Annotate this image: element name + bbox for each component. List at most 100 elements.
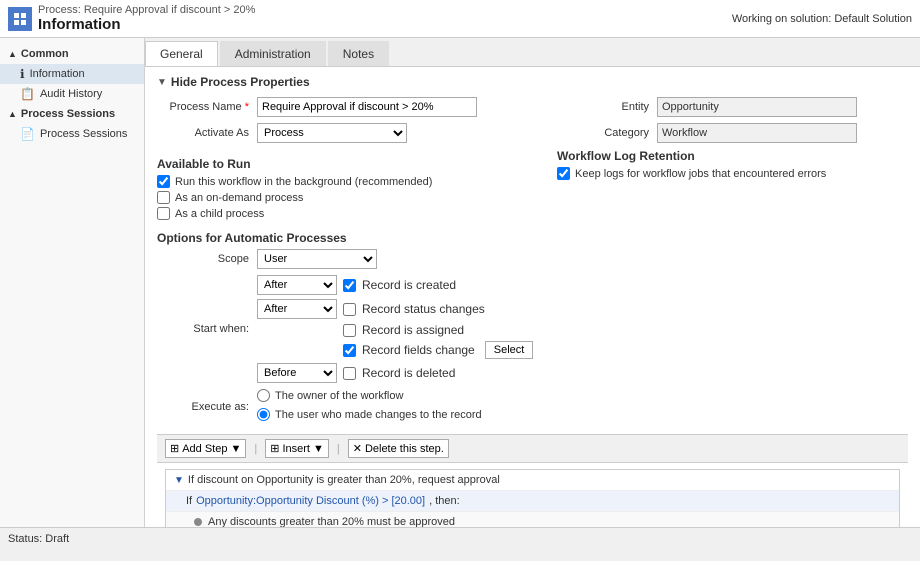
delete-step-label: Delete this step. [365, 443, 444, 455]
execute-user-label: The user who made changes to the record [275, 409, 482, 421]
select-button[interactable]: Select [485, 341, 534, 359]
record-created-label: Record is created [362, 278, 456, 292]
tab-notes[interactable]: Notes [328, 41, 389, 66]
tab-general[interactable]: General [145, 41, 218, 66]
content-area: General Administration Notes ▼ Hide Proc… [145, 38, 920, 527]
start-when-row2: After Record status changes [257, 299, 533, 319]
add-step-button[interactable]: ⊞ Add Step ▼ [165, 439, 246, 458]
audit-icon: 📋 [20, 87, 35, 101]
info-icon: ℹ [20, 67, 25, 81]
header-working-on: Working on solution: Default Solution [732, 13, 912, 25]
checkbox-record-assigned[interactable] [343, 324, 356, 337]
top-header: Process: Require Approval if discount > … [0, 0, 920, 38]
radio-owner[interactable] [257, 389, 270, 402]
category-value: Workflow [657, 123, 857, 143]
activate-as-row: Activate As Process [157, 123, 537, 143]
sub-step-row: Any discounts greater than 20% must be a… [166, 512, 899, 527]
insert-button[interactable]: ⊞ Insert ▼ [265, 439, 329, 458]
checkbox-record-created[interactable] [343, 279, 356, 292]
retention-section: Workflow Log Retention Keep logs for wor… [557, 149, 908, 223]
step-row-1: ▼ If discount on Opportunity is greater … [166, 470, 899, 491]
sidebar-item-process-sessions[interactable]: 📄 Process Sessions [0, 124, 144, 144]
step-row-2: If Opportunity:Opportunity Discount (%) … [166, 491, 899, 512]
toolbar-sep1: | [254, 443, 257, 455]
checkbox-background-label: Run this workflow in the background (rec… [175, 176, 432, 188]
tabs: General Administration Notes [145, 38, 920, 67]
sidebar: ▲ Common ℹ Information 📋 Audit History ▲… [0, 38, 145, 527]
sub-step-text: Any discounts greater than 20% must be a… [208, 516, 455, 527]
insert-arrow: ▼ [313, 443, 324, 455]
scope-label: Scope [157, 253, 257, 265]
sidebar-section-common: ▲ Common [0, 44, 144, 64]
available-to-run-title: Available to Run [157, 157, 537, 171]
tab-administration[interactable]: Administration [220, 41, 326, 66]
add-step-arrow: ▼ [230, 443, 241, 455]
checkbox-background[interactable] [157, 175, 170, 188]
add-step-label: Add Step [182, 443, 227, 455]
entity-value: Opportunity [657, 97, 857, 117]
process-sessions-triangle: ▲ [8, 109, 17, 119]
record-assigned-label: Record is assigned [362, 323, 464, 337]
execute-as-row: Execute as: The owner of the workflow Th… [157, 389, 908, 424]
available-to-run-section: Available to Run Run this workflow in th… [157, 149, 537, 223]
header-titles: Process: Require Approval if discount > … [38, 4, 255, 33]
header-left: Process: Require Approval if discount > … [8, 4, 255, 33]
sidebar-common-label: Common [21, 48, 69, 60]
collapse-icon: ▼ [157, 77, 167, 88]
category-row: Category Workflow [557, 123, 908, 143]
available-retention-layout: Available to Run Run this workflow in th… [157, 149, 908, 223]
after-select-1[interactable]: After [257, 275, 337, 295]
radio-user[interactable] [257, 408, 270, 421]
workflow-toolbar: ⊞ Add Step ▼ | ⊞ Insert ▼ | ✕ Delete thi… [157, 434, 908, 463]
common-triangle: ▲ [8, 49, 17, 59]
header-process-name: Process: Require Approval if discount > … [38, 4, 255, 16]
options-section: Options for Automatic Processes Scope Us… [157, 231, 908, 424]
scope-select[interactable]: User [257, 249, 377, 269]
hide-process-properties-header[interactable]: ▼ Hide Process Properties [157, 75, 908, 89]
sidebar-audit-label: Audit History [40, 88, 102, 100]
start-when-controls: After Record is created After Record sta… [257, 275, 533, 383]
toolbar-sep2: | [337, 443, 340, 455]
status-text: Status: Draft [8, 533, 69, 545]
step-1-text: If discount on Opportunity is greater th… [188, 474, 500, 486]
checkbox-child[interactable] [157, 207, 170, 220]
header-section-title: Information [38, 16, 255, 33]
execute-owner-row: The owner of the workflow [257, 389, 482, 402]
delete-step-button[interactable]: ✕ Delete this step. [348, 439, 449, 458]
activate-as-label: Activate As [157, 127, 257, 139]
step-2-prefix: If [186, 495, 192, 507]
start-when-row4: Record fields change Select [343, 341, 533, 359]
record-status-label: Record status changes [362, 302, 485, 316]
sidebar-sessions-label: Process Sessions [40, 128, 127, 140]
checkbox-on-demand[interactable] [157, 191, 170, 204]
retention-checkbox[interactable] [557, 167, 570, 180]
retention-checkbox-row: Keep logs for workflow jobs that encount… [557, 167, 908, 180]
scope-row: Scope User [157, 249, 908, 269]
insert-icon: ⊞ [270, 442, 279, 455]
workflow-steps: ▼ If discount on Opportunity is greater … [165, 469, 900, 527]
execute-as-label: Execute as: [157, 401, 257, 413]
retention-title: Workflow Log Retention [557, 149, 908, 163]
form-content: ▼ Hide Process Properties Process Name A… [145, 67, 920, 527]
before-select[interactable]: Before [257, 363, 337, 383]
sidebar-item-information[interactable]: ℹ Information [0, 64, 144, 84]
sidebar-item-audit-history[interactable]: 📋 Audit History [0, 84, 144, 104]
start-when-label: Start when: [157, 323, 257, 335]
checkbox-record-fields[interactable] [343, 344, 356, 357]
checkbox-child-label: As a child process [175, 208, 264, 220]
checkbox-on-demand-label: As an on-demand process [175, 192, 303, 204]
checkbox-record-status[interactable] [343, 303, 356, 316]
step-2-suffix: , then: [429, 495, 460, 507]
process-name-input[interactable] [257, 97, 477, 117]
main-layout: ▲ Common ℹ Information 📋 Audit History ▲… [0, 38, 920, 527]
hide-properties-label: Hide Process Properties [171, 75, 310, 89]
category-label: Category [557, 127, 657, 139]
step-1-collapse[interactable]: ▼ [174, 475, 184, 486]
checkbox-record-deleted[interactable] [343, 367, 356, 380]
step-2-link[interactable]: Opportunity:Opportunity Discount (%) > [… [196, 495, 425, 507]
activate-as-select[interactable]: Process [257, 123, 407, 143]
process-name-row: Process Name [157, 97, 537, 117]
after-select-2[interactable]: After [257, 299, 337, 319]
entity-row: Entity Opportunity [557, 97, 908, 117]
status-bar: Status: Draft [0, 527, 920, 549]
